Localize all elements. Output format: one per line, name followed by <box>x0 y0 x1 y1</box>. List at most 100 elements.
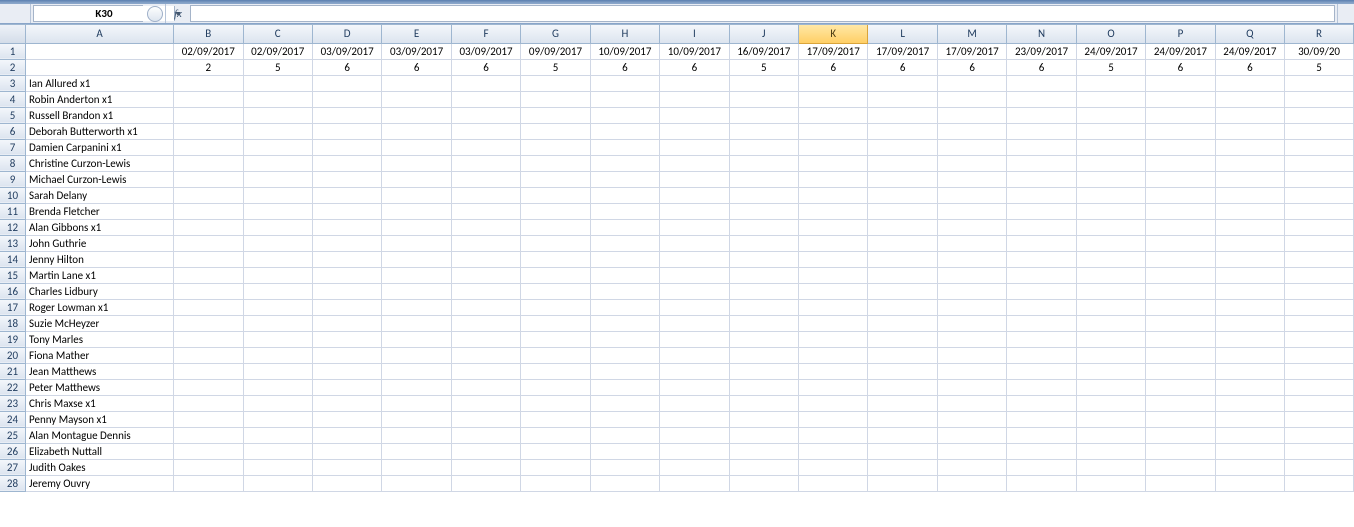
cell[interactable]: Brenda Fletcher <box>26 203 174 219</box>
cell[interactable] <box>451 411 520 427</box>
cell[interactable] <box>174 363 243 379</box>
cell[interactable] <box>868 347 937 363</box>
cell[interactable] <box>382 395 451 411</box>
cell[interactable] <box>1076 363 1145 379</box>
row-header[interactable]: 16 <box>0 283 26 299</box>
cell[interactable] <box>243 411 312 427</box>
cell[interactable] <box>729 187 798 203</box>
cell[interactable] <box>1146 443 1215 459</box>
cell[interactable] <box>1285 171 1354 187</box>
cell[interactable] <box>382 235 451 251</box>
cell[interactable] <box>868 443 937 459</box>
cell[interactable] <box>1076 187 1145 203</box>
cell[interactable] <box>937 267 1006 283</box>
cell[interactable] <box>1285 411 1354 427</box>
cell[interactable] <box>660 363 729 379</box>
cell[interactable] <box>1215 187 1284 203</box>
cell[interactable] <box>174 219 243 235</box>
cell[interactable]: 24/09/2017 <box>1215 43 1284 59</box>
cell[interactable] <box>243 475 312 491</box>
cell[interactable] <box>382 475 451 491</box>
cell[interactable]: 23/09/2017 <box>1007 43 1076 59</box>
cell[interactable] <box>312 171 381 187</box>
cell[interactable] <box>312 251 381 267</box>
cell[interactable] <box>521 395 590 411</box>
cell[interactable] <box>799 379 868 395</box>
row-header[interactable]: 10 <box>0 187 26 203</box>
cell[interactable] <box>1007 315 1076 331</box>
cell[interactable] <box>521 363 590 379</box>
cell[interactable] <box>1215 363 1284 379</box>
cell[interactable] <box>799 203 868 219</box>
cell[interactable] <box>243 443 312 459</box>
cell[interactable] <box>590 155 659 171</box>
spreadsheet-grid[interactable]: ABCDEFGHIJKLMNOPQR 102/09/201702/09/2017… <box>0 24 1354 492</box>
cell[interactable]: 24/09/2017 <box>1076 43 1145 59</box>
fx-icon[interactable]: fx <box>166 4 188 23</box>
cell[interactable] <box>799 107 868 123</box>
cell[interactable] <box>382 315 451 331</box>
cell[interactable] <box>1285 75 1354 91</box>
cell[interactable] <box>1285 331 1354 347</box>
cell[interactable] <box>799 299 868 315</box>
cell[interactable] <box>799 187 868 203</box>
cell[interactable] <box>799 267 868 283</box>
cell[interactable] <box>937 395 1006 411</box>
cell[interactable] <box>243 171 312 187</box>
cell[interactable] <box>174 75 243 91</box>
cell[interactable] <box>1007 427 1076 443</box>
cell[interactable]: 2 <box>174 59 243 75</box>
cell[interactable]: Alan Gibbons x1 <box>26 219 174 235</box>
cell[interactable]: 5 <box>243 59 312 75</box>
cell[interactable] <box>799 331 868 347</box>
cell[interactable] <box>174 427 243 443</box>
cell[interactable] <box>937 171 1006 187</box>
cell[interactable] <box>729 123 798 139</box>
cell[interactable] <box>382 187 451 203</box>
cell[interactable] <box>382 251 451 267</box>
cell[interactable] <box>937 203 1006 219</box>
cell[interactable] <box>382 459 451 475</box>
cell[interactable] <box>1146 411 1215 427</box>
cell[interactable] <box>312 475 381 491</box>
cell[interactable] <box>1285 315 1354 331</box>
cell[interactable] <box>451 187 520 203</box>
cell[interactable] <box>1285 443 1354 459</box>
cell[interactable] <box>312 347 381 363</box>
cell[interactable] <box>799 347 868 363</box>
cell[interactable] <box>868 203 937 219</box>
cell[interactable] <box>451 283 520 299</box>
cell[interactable] <box>521 267 590 283</box>
cell[interactable]: 03/09/2017 <box>451 43 520 59</box>
cell[interactable] <box>729 395 798 411</box>
cell[interactable] <box>1076 395 1145 411</box>
cell[interactable] <box>174 187 243 203</box>
cell[interactable] <box>312 379 381 395</box>
cell[interactable] <box>1007 331 1076 347</box>
row-header[interactable]: 1 <box>0 43 26 59</box>
cell[interactable] <box>243 155 312 171</box>
cell[interactable] <box>937 459 1006 475</box>
row-header[interactable]: 2 <box>0 59 26 75</box>
cell[interactable] <box>660 395 729 411</box>
cell[interactable] <box>729 203 798 219</box>
cell[interactable] <box>1146 299 1215 315</box>
cell[interactable] <box>660 379 729 395</box>
cell[interactable]: Tony Marles <box>26 331 174 347</box>
cell[interactable] <box>1146 427 1215 443</box>
cell[interactable] <box>243 331 312 347</box>
cell[interactable] <box>174 347 243 363</box>
cell[interactable] <box>1076 299 1145 315</box>
cell[interactable] <box>174 267 243 283</box>
cell[interactable] <box>868 171 937 187</box>
cell[interactable] <box>243 363 312 379</box>
cell[interactable] <box>937 427 1006 443</box>
cell[interactable] <box>1076 347 1145 363</box>
cell[interactable] <box>729 427 798 443</box>
cell[interactable] <box>312 443 381 459</box>
cell[interactable]: 17/09/2017 <box>799 43 868 59</box>
cell[interactable] <box>1146 235 1215 251</box>
cell[interactable] <box>312 315 381 331</box>
cell[interactable] <box>243 283 312 299</box>
column-header-P[interactable]: P <box>1146 25 1215 43</box>
